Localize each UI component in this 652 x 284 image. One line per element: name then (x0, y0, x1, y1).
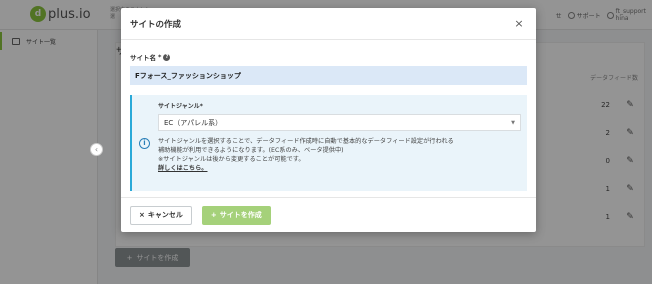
site-genre-label: サイトジャンル* (158, 103, 203, 110)
site-name-label-row: サイト名 * ? (130, 52, 527, 62)
learn-more-link[interactable]: 詳しくはこちら。 (158, 164, 208, 173)
close-icon: × (139, 211, 145, 219)
modal-body: サイト名 * ? Fフォース_ファッションショップ サイトジャンル* EC（アパレ… (121, 40, 536, 191)
close-icon[interactable]: × (513, 17, 525, 30)
info-line: サイトジャンルを選択することで、データフィード作成時に自動で基本的なデータフィー… (158, 138, 454, 145)
create-site-label: サイトを作成 (219, 211, 262, 219)
info-line: 補助機能が利用できるようになります。(EC系のみ、ベータ提供中) (158, 147, 344, 154)
sidebar-collapse-button[interactable]: ‹ (90, 143, 103, 156)
genre-info-text: サイトジャンルを選択することで、データフィード作成時に自動で基本的なデータフィー… (158, 137, 519, 173)
site-genre-selected: EC（アパレル系） (164, 118, 223, 127)
create-site-modal: サイトの作成 × サイト名 * ? Fフォース_ファッションショップ サイトジャン… (121, 8, 536, 232)
site-genre-panel: サイトジャンル* EC（アパレル系） ▼ i サイトジャンルを選択することで、デ… (130, 95, 527, 191)
plus-icon: + (210, 211, 217, 219)
help-icon[interactable]: ? (163, 53, 171, 61)
site-name-label: サイト名 (130, 54, 156, 62)
site-name-input[interactable]: Fフォース_ファッションショップ (130, 66, 527, 85)
cancel-button[interactable]: × キャンセル (130, 205, 192, 225)
site-genre-select[interactable]: EC（アパレル系） ▼ (158, 114, 521, 131)
cancel-label: キャンセル (147, 211, 183, 219)
info-icon: i (139, 138, 150, 149)
info-line: ※サイトジャンルは後から変更することが可能です。 (158, 156, 305, 163)
create-site-button[interactable]: + サイトを作成 (201, 205, 271, 225)
required-mark: * (158, 53, 162, 61)
modal-footer: × キャンセル + サイトを作成 (121, 197, 536, 232)
chevron-down-icon: ▼ (511, 119, 515, 126)
modal-header: サイトの作成 × (121, 8, 536, 40)
modal-title: サイトの作成 (130, 19, 182, 30)
